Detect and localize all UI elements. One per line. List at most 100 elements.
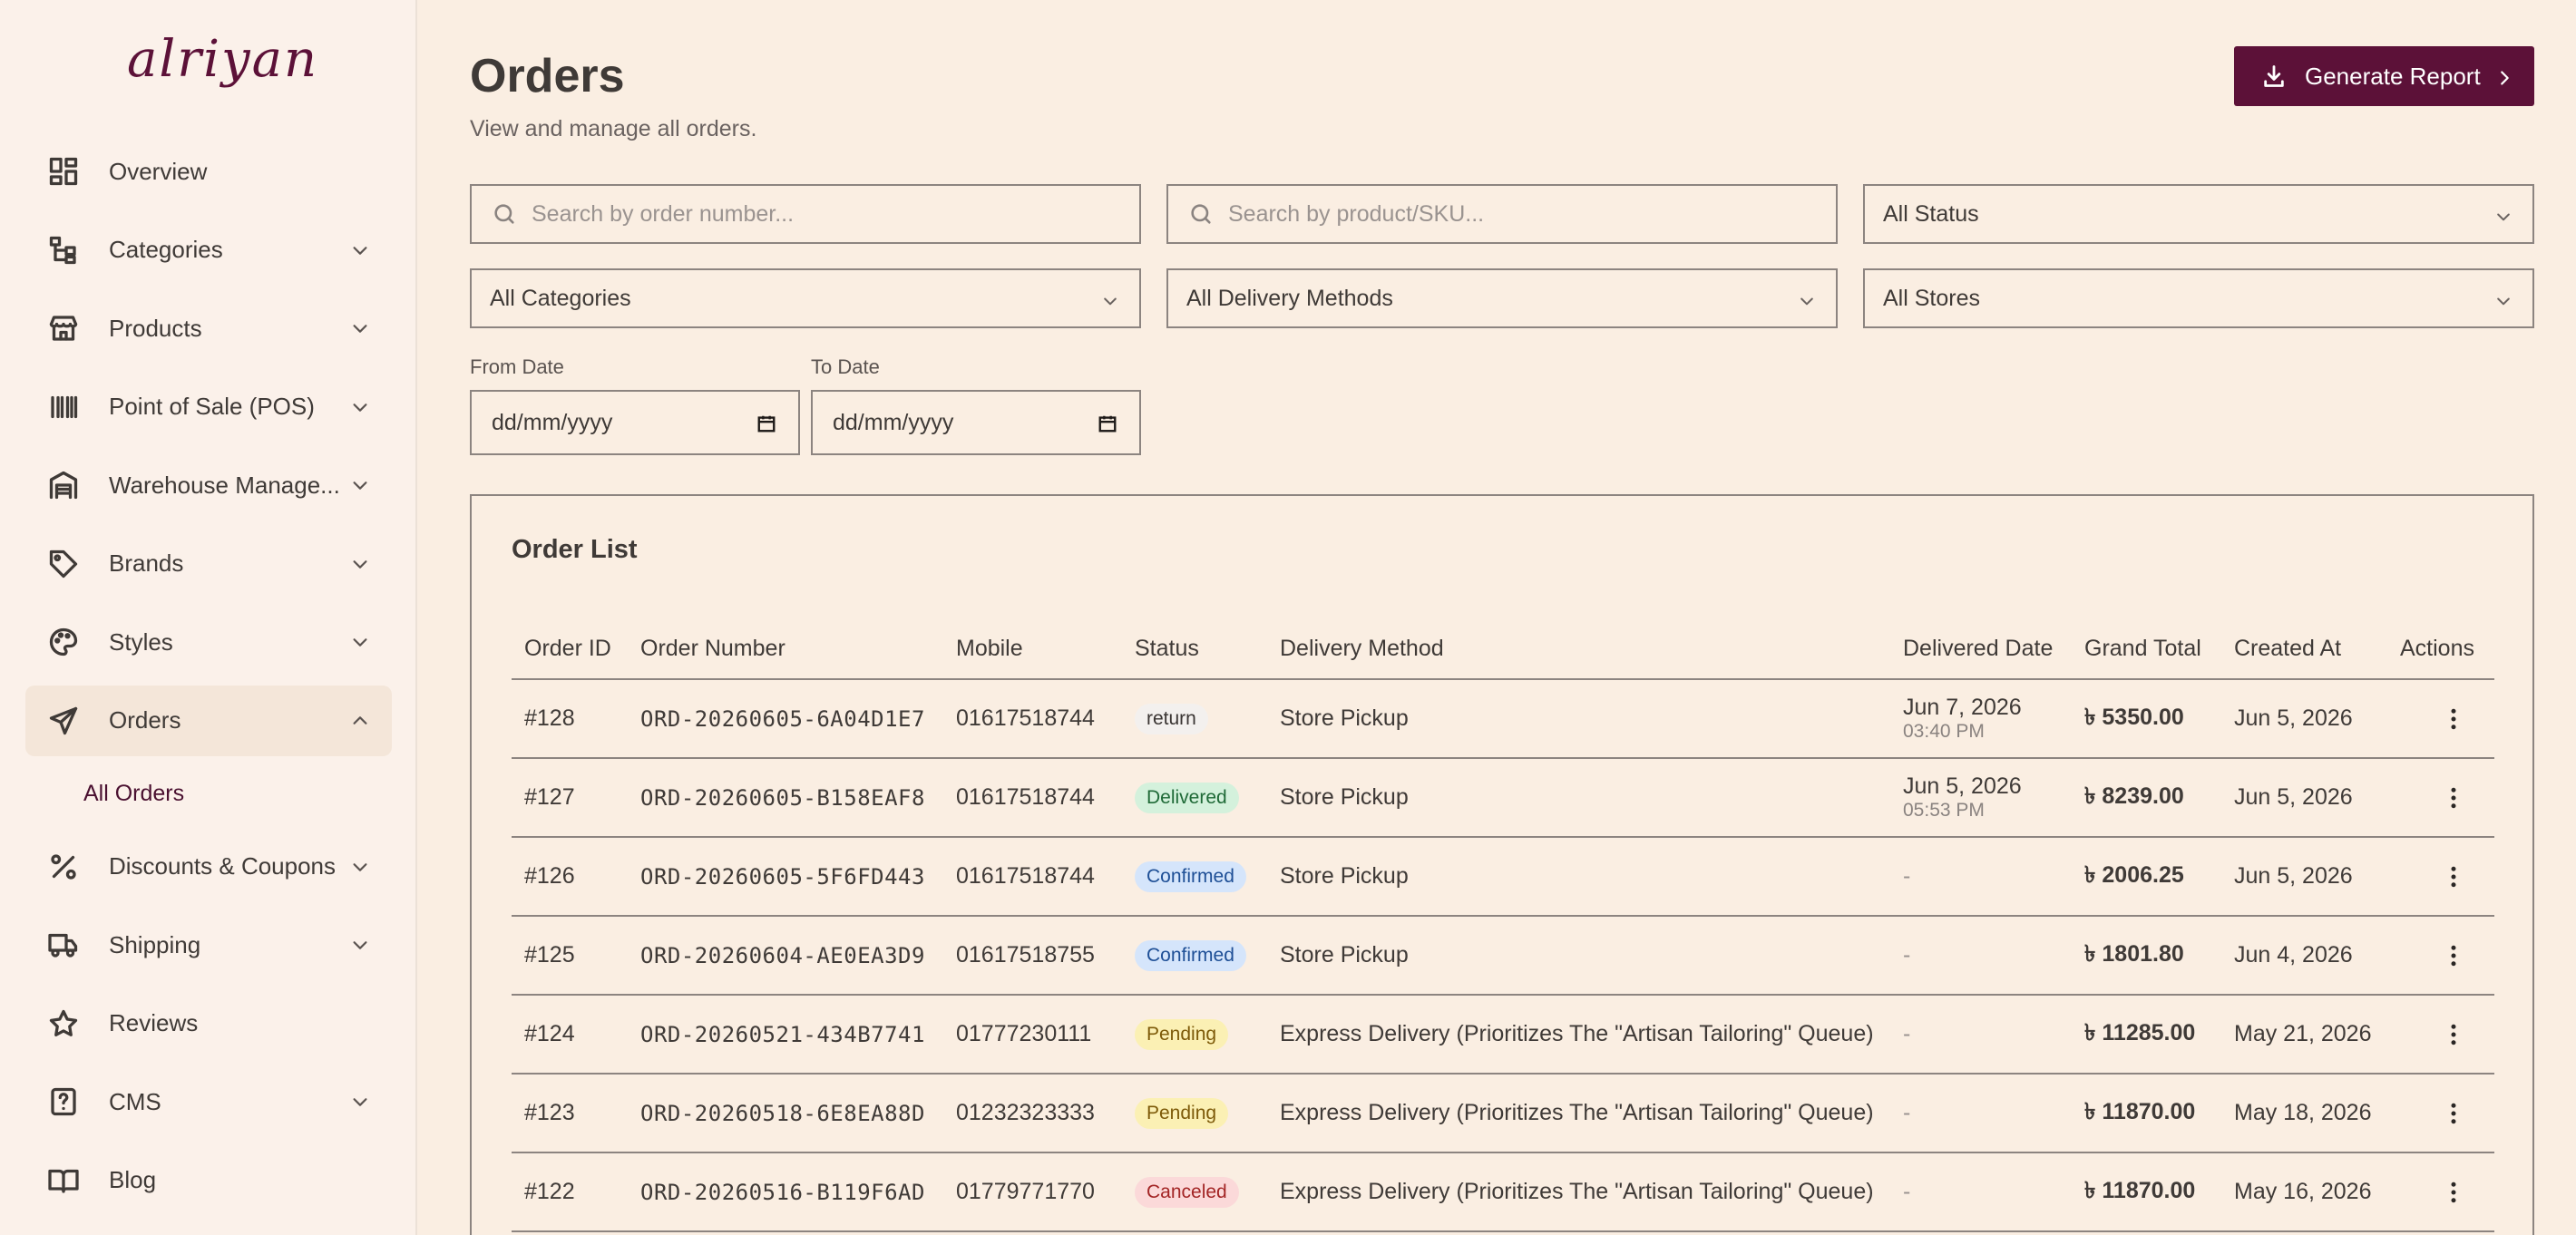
dashboard-icon: [45, 153, 82, 190]
store-select[interactable]: All Stores: [1863, 268, 2534, 328]
brand-logo[interactable]: alriyan: [127, 33, 317, 87]
table-row[interactable]: #123 ORD-20260518-6E8EA88D 01232323333 P…: [512, 1074, 2494, 1153]
created-at: May 18, 2026: [2221, 1074, 2387, 1153]
book-icon: [45, 1162, 82, 1199]
order-mobile: 01617518755: [943, 916, 1122, 996]
store-select-value: All Stores: [1883, 285, 1980, 311]
created-at: May 21, 2026: [2221, 995, 2387, 1075]
to-date-input[interactable]: dd/mm/yyyy: [811, 390, 1141, 455]
status-badge: Pending: [1135, 1018, 1229, 1050]
sidebar-item-reviews[interactable]: Reviews: [25, 988, 392, 1059]
order-list-card: Order List Order ID Order Number Mobile …: [470, 494, 2534, 1235]
order-number: ORD-20260605-B158EAF8: [628, 758, 943, 838]
chevron-down-icon[interactable]: [350, 935, 370, 955]
delivery-method: Store Pickup: [1267, 837, 1890, 917]
table-row[interactable]: #128 ORD-20260605-6A04D1E7 01617518744 r…: [512, 679, 2494, 759]
order-mobile: 01777230111: [943, 995, 1122, 1075]
chevron-down-icon[interactable]: [350, 857, 370, 877]
sidebar-item-products[interactable]: Products: [25, 293, 392, 364]
order-id: #126: [512, 837, 628, 917]
from-date-input[interactable]: dd/mm/yyyy: [470, 390, 800, 455]
sidebar-item-styles[interactable]: Styles: [25, 607, 392, 677]
sidebar-item-overview[interactable]: Overview: [25, 136, 392, 207]
star-icon: [45, 1006, 82, 1042]
table-row[interactable]: #126 ORD-20260605-5F6FD443 01617518744 C…: [512, 837, 2494, 917]
chevron-down-icon[interactable]: [350, 554, 370, 574]
chevron-down-icon[interactable]: [350, 397, 370, 417]
created-at: Jun 5, 2026: [2221, 679, 2387, 759]
sidebar-item-warehouse[interactable]: Warehouse Manage...: [25, 450, 392, 520]
order-id: #128: [512, 679, 628, 759]
generate-report-button[interactable]: Generate Report: [2234, 46, 2534, 106]
more-vertical-icon[interactable]: [2440, 784, 2467, 812]
sidebar-item-categories[interactable]: Categories: [25, 215, 392, 286]
order-list-title: Order List: [512, 535, 638, 564]
search-icon: [1188, 201, 1214, 227]
chevron-down-icon[interactable]: [350, 1092, 370, 1112]
sidebar-item-label: Shipping: [109, 930, 201, 958]
sidebar-subitem-all-orders[interactable]: All Orders: [25, 763, 392, 823]
grand-total: ৳ 2006.25: [2072, 837, 2221, 917]
sidebar-item-discounts[interactable]: Discounts & Coupons: [25, 831, 392, 902]
from-date-value: dd/mm/yyyy: [492, 409, 613, 435]
more-vertical-icon[interactable]: [2440, 863, 2467, 890]
page-title: Orders: [470, 50, 625, 102]
more-vertical-icon[interactable]: [2440, 1100, 2467, 1127]
chevron-down-icon: [1798, 290, 1816, 308]
chevron-right-icon: [2494, 66, 2514, 86]
col-created-at: Created At: [2221, 619, 2387, 680]
delivery-method-select[interactable]: All Delivery Methods: [1166, 268, 1838, 328]
order-number: ORD-20260604-AE0EA3D9: [628, 916, 943, 996]
product-search-input[interactable]: [1228, 200, 1762, 228]
sidebar-item-cms[interactable]: CMS: [25, 1066, 392, 1137]
grand-total: ৳ 1801.80: [2072, 916, 2221, 996]
status-badge: return: [1135, 703, 1208, 734]
order-mobile: 01617518744: [943, 837, 1122, 917]
chevron-down-icon[interactable]: [350, 318, 370, 338]
delivered-date: -: [1890, 1074, 2072, 1153]
sidebar-item-label: Styles: [109, 627, 173, 656]
sidebar-item-label: CMS: [109, 1087, 161, 1115]
grand-total: ৳ 5350.00: [2072, 679, 2221, 759]
product-search-field[interactable]: [1166, 184, 1838, 244]
delivered-time: 05:53 PM: [1903, 799, 1985, 821]
created-at: May 16, 2026: [2221, 1152, 2387, 1232]
status-badge: Confirmed: [1135, 939, 1246, 971]
chevron-down-icon[interactable]: [350, 632, 370, 652]
chevron-down-icon: [2494, 206, 2513, 224]
table-row[interactable]: #122 ORD-20260516-B119F6AD 01779771770 C…: [512, 1152, 2494, 1232]
chevron-up-icon[interactable]: [350, 711, 370, 731]
store-icon: [45, 310, 82, 346]
more-vertical-icon[interactable]: [2440, 705, 2467, 733]
sidebar-item-shipping[interactable]: Shipping: [25, 909, 392, 980]
status-badge: Pending: [1135, 1097, 1229, 1129]
order-number: ORD-20260521-434B7741: [628, 995, 943, 1075]
status-select[interactable]: All Status: [1863, 184, 2534, 244]
table-header-row: Order ID Order Number Mobile Status Deli…: [512, 619, 2494, 680]
sidebar-item-orders[interactable]: Orders: [25, 685, 392, 756]
category-select-value: All Categories: [490, 285, 631, 311]
created-at: Jun 5, 2026: [2221, 758, 2387, 838]
delivered-date: Jun 5, 2026: [1903, 773, 2022, 799]
grand-total: ৳ 8239.00: [2072, 758, 2221, 838]
sidebar-item-label: Reviews: [109, 1009, 199, 1036]
delivery-method: Express Delivery (Prioritizes The "Artis…: [1267, 1074, 1890, 1153]
calendar-icon[interactable]: [756, 413, 776, 433]
more-vertical-icon[interactable]: [2440, 1179, 2467, 1206]
delivered-date: -: [1890, 1152, 2072, 1232]
order-search-field[interactable]: [470, 184, 1141, 244]
sidebar-item-brands[interactable]: Brands: [25, 529, 392, 599]
more-vertical-icon[interactable]: [2440, 1021, 2467, 1048]
table-row[interactable]: #127 ORD-20260605-B158EAF8 01617518744 D…: [512, 758, 2494, 838]
delivery-method: Express Delivery (Prioritizes The "Artis…: [1267, 1152, 1890, 1232]
chevron-down-icon[interactable]: [350, 475, 370, 495]
sidebar-item-pos[interactable]: Point of Sale (POS): [25, 372, 392, 442]
calendar-icon[interactable]: [1098, 413, 1117, 433]
table-row[interactable]: #124 ORD-20260521-434B7741 01777230111 P…: [512, 995, 2494, 1075]
order-search-input[interactable]: [532, 200, 1066, 228]
category-select[interactable]: All Categories: [470, 268, 1141, 328]
chevron-down-icon[interactable]: [350, 240, 370, 260]
more-vertical-icon[interactable]: [2440, 942, 2467, 969]
sidebar-item-blog[interactable]: Blog: [25, 1145, 392, 1216]
table-row[interactable]: #125 ORD-20260604-AE0EA3D9 01617518755 C…: [512, 916, 2494, 996]
